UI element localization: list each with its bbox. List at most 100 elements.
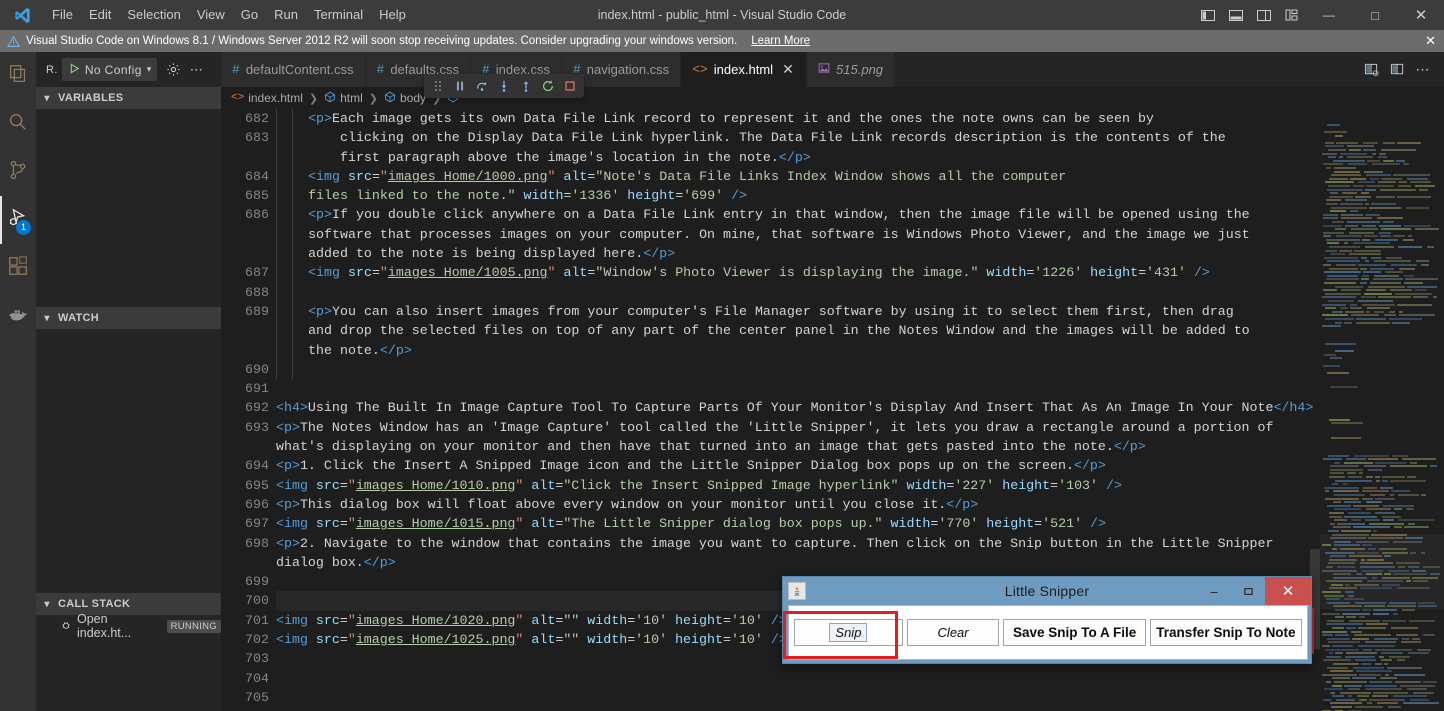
split-editor-right-icon[interactable] bbox=[1385, 58, 1409, 82]
minimap-line bbox=[1320, 569, 1444, 572]
minimap-segment bbox=[1332, 547, 1337, 550]
window-maximize-button[interactable]: □ bbox=[1352, 0, 1398, 30]
menu-file[interactable]: File bbox=[44, 4, 81, 26]
minimap-segment bbox=[1363, 486, 1377, 489]
tab-close-icon[interactable]: ✕ bbox=[781, 61, 795, 78]
code-line[interactable]: added to the note is being displayed her… bbox=[221, 244, 1444, 264]
tab-defaultContent-css[interactable]: # defaultContent.css bbox=[221, 52, 366, 87]
code-line[interactable]: 690 bbox=[221, 359, 1444, 380]
code-line[interactable]: software that processes images on your c… bbox=[221, 224, 1444, 245]
code-line[interactable]: 697 <img src="images_Home/1015.png" alt="… bbox=[221, 514, 1444, 533]
code-line[interactable]: 685 files linked to the note." width = '133… bbox=[221, 186, 1444, 206]
step-over-icon[interactable] bbox=[471, 74, 493, 98]
code-line[interactable]: what's displaying on your monitor and th… bbox=[221, 437, 1444, 456]
minimap[interactable] bbox=[1320, 109, 1444, 711]
minimap-segment bbox=[1335, 134, 1343, 137]
step-out-icon[interactable] bbox=[515, 74, 537, 98]
tab-515-png[interactable]: 515.png bbox=[807, 52, 896, 87]
activity-explorer[interactable] bbox=[0, 52, 36, 100]
minimap-segment bbox=[1384, 555, 1391, 558]
stop-icon[interactable] bbox=[559, 74, 581, 98]
ellipsis-icon[interactable]: ⋯ bbox=[190, 62, 204, 78]
minimap-segment bbox=[1403, 163, 1409, 166]
minimap-segment bbox=[1335, 350, 1354, 353]
minimap-segment bbox=[1399, 314, 1435, 317]
code-line[interactable]: 694 <p>1. Click the Insert A Snipped Imag… bbox=[221, 456, 1444, 475]
customize-layout-icon[interactable] bbox=[1278, 0, 1306, 30]
menu-view[interactable]: View bbox=[189, 4, 233, 26]
activity-source-control[interactable] bbox=[0, 148, 36, 196]
minimap-line bbox=[1320, 623, 1444, 626]
code-line[interactable]: 689 <p>You can also insert images from yo… bbox=[221, 301, 1444, 322]
breadcrumb-symbol-body[interactable]: body bbox=[384, 91, 426, 106]
gear-icon[interactable] bbox=[166, 62, 181, 77]
code-line[interactable]: 695 <img src="images_Home/1010.png" alt="… bbox=[221, 476, 1444, 495]
code-line[interactable]: 692 <h4>Using The Built In Image Capture … bbox=[221, 398, 1444, 417]
minimap-segment bbox=[1358, 627, 1386, 629]
code-text: added to the note is being displayed her… bbox=[308, 244, 675, 263]
code-line[interactable]: 698 <p>2. Navigate to the window that con… bbox=[221, 534, 1444, 553]
save-snip-to-file-button[interactable]: Save Snip To A File bbox=[1003, 619, 1146, 646]
dialog-minimize-button[interactable]: – bbox=[1197, 577, 1231, 605]
activity-docker[interactable] bbox=[0, 292, 36, 340]
code-line[interactable]: first paragraph above the image's locati… bbox=[221, 147, 1444, 167]
activity-run-and-debug[interactable]: 1 bbox=[0, 196, 36, 244]
dialog-close-button[interactable]: ✕ bbox=[1265, 577, 1311, 605]
minimap-line bbox=[1320, 641, 1444, 644]
code-line[interactable]: 693 <p>The Notes Window has an 'Image Cap… bbox=[221, 418, 1444, 437]
menu-selection[interactable]: Selection bbox=[119, 4, 188, 26]
toggle-secondary-sidebar-icon[interactable] bbox=[1250, 0, 1278, 30]
section-watch[interactable]: ▾ WATCH bbox=[36, 307, 221, 329]
restart-icon[interactable] bbox=[537, 74, 559, 98]
minimap-line bbox=[1320, 174, 1444, 177]
transfer-snip-to-note-button[interactable]: Transfer Snip To Note bbox=[1149, 619, 1303, 646]
minimap-segment bbox=[1427, 246, 1434, 249]
menu-run[interactable]: Run bbox=[266, 4, 306, 26]
code-line[interactable]: 705 bbox=[221, 688, 1444, 707]
grip-icon[interactable] bbox=[427, 74, 449, 98]
minimap-segment bbox=[1362, 303, 1395, 306]
code-line[interactable]: 691 bbox=[221, 379, 1444, 398]
code-line[interactable]: 686 <p>If you double click anywhere on a … bbox=[221, 205, 1444, 225]
window-minimize-button[interactable]: — bbox=[1306, 0, 1352, 30]
toggle-panel-icon[interactable] bbox=[1222, 0, 1250, 30]
code-line[interactable]: 688 bbox=[221, 282, 1444, 302]
breadcrumb-file[interactable]: <> index.html bbox=[231, 91, 303, 105]
split-editor-down-icon[interactable] bbox=[1359, 58, 1383, 82]
pause-icon[interactable] bbox=[449, 74, 471, 98]
learn-more-link[interactable]: Learn More bbox=[751, 35, 810, 47]
more-actions-icon[interactable]: ⋯ bbox=[1411, 58, 1435, 82]
step-into-icon[interactable] bbox=[493, 74, 515, 98]
breadcrumb-symbol-html[interactable]: html bbox=[324, 91, 363, 106]
call-stack-item[interactable]: Open index.ht... RUNNING bbox=[36, 612, 221, 640]
menu-edit[interactable]: Edit bbox=[81, 4, 119, 26]
menu-help[interactable]: Help bbox=[371, 4, 414, 26]
code-line[interactable]: 682 <p>Each image gets its own Data File … bbox=[221, 109, 1444, 129]
code-line[interactable]: 704 bbox=[221, 669, 1444, 688]
code-line[interactable]: and drop the selected files on top of an… bbox=[221, 321, 1444, 341]
minimap-segment bbox=[1417, 648, 1431, 651]
dialog-maximize-button[interactable] bbox=[1231, 577, 1265, 605]
code-line[interactable]: the note.</p> bbox=[221, 340, 1444, 360]
code-line[interactable]: 683 clicking on the Display Data File Li… bbox=[221, 128, 1444, 148]
activity-search[interactable] bbox=[0, 100, 36, 148]
menu-go[interactable]: Go bbox=[233, 4, 266, 26]
run-configuration-dropdown[interactable]: No Config ▾ bbox=[61, 58, 157, 81]
clear-button[interactable]: Clear bbox=[906, 619, 1000, 646]
section-variables[interactable]: ▾ VARIABLES bbox=[36, 87, 221, 109]
menu-terminal[interactable]: Terminal bbox=[306, 4, 371, 26]
window-close-button[interactable]: ✕ bbox=[1398, 0, 1444, 30]
code-line[interactable]: 687 <img src="images_Home/1005.png" alt="… bbox=[221, 263, 1444, 283]
dialog-title-bar[interactable]: Little Snipper – ✕ bbox=[783, 577, 1311, 605]
minimap-segment bbox=[1371, 202, 1396, 205]
code-line[interactable]: 696 <p>This dialog box will float above e… bbox=[221, 495, 1444, 514]
tab-index-html[interactable]: <> index.html ✕ bbox=[681, 52, 808, 87]
snip-button[interactable]: Snip bbox=[794, 619, 903, 646]
toggle-primary-sidebar-icon[interactable] bbox=[1194, 0, 1222, 30]
banner-close-icon[interactable]: ✕ bbox=[1425, 30, 1436, 52]
minimap-segment bbox=[1399, 310, 1403, 313]
code-line[interactable]: 706 bbox=[221, 707, 1444, 711]
activity-extensions[interactable] bbox=[0, 244, 36, 292]
code-line[interactable]: 684 <img src="images_Home/1000.png" alt="… bbox=[221, 166, 1444, 187]
code-line[interactable]: dialog box.</p> bbox=[221, 553, 1444, 572]
